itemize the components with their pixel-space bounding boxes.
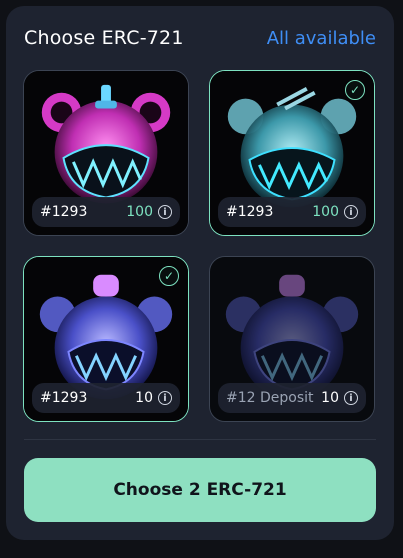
token-amount: 100 i [126,204,172,220]
erc721-picker-panel: Choose ERC-721 All available #1293 100 i… [6,6,394,540]
picker-header: Choose ERC-721 All available [24,26,376,50]
selected-check-icon: ✓ [159,266,179,286]
token-amount: 10 i [135,390,172,406]
amount-value: 100 [312,204,339,220]
selected-check-icon: ✓ [345,80,365,100]
nft-card: #12 Deposit 10 i [209,256,375,422]
divider [24,439,376,440]
info-icon[interactable]: i [158,391,172,405]
amount-value: 10 [321,390,339,406]
token-amount: 10 i [321,390,358,406]
nft-info-bar: #1293 10 i [32,383,180,413]
token-id: #1293 [40,204,88,220]
amount-value: 10 [135,390,153,406]
nft-card[interactable]: ✓ #1293 10 i [23,256,189,422]
all-available-link[interactable]: All available [267,28,376,49]
nft-card[interactable]: ✓ #1293 100 i [209,70,375,236]
info-icon[interactable]: i [344,391,358,405]
token-id: #12 Deposit [226,390,314,406]
token-id: #1293 [40,390,88,406]
token-amount: 100 i [312,204,358,220]
amount-value: 100 [126,204,153,220]
info-icon[interactable]: i [158,205,172,219]
info-icon[interactable]: i [344,205,358,219]
nft-info-bar: #1293 100 i [218,197,366,227]
picker-title: Choose ERC-721 [24,27,184,49]
nft-info-bar: #1293 100 i [32,197,180,227]
choose-erc721-button[interactable]: Choose 2 ERC-721 [24,458,376,522]
nft-card[interactable]: #1293 100 i [23,70,189,236]
nft-info-bar: #12 Deposit 10 i [218,383,366,413]
token-id: #1293 [226,204,274,220]
